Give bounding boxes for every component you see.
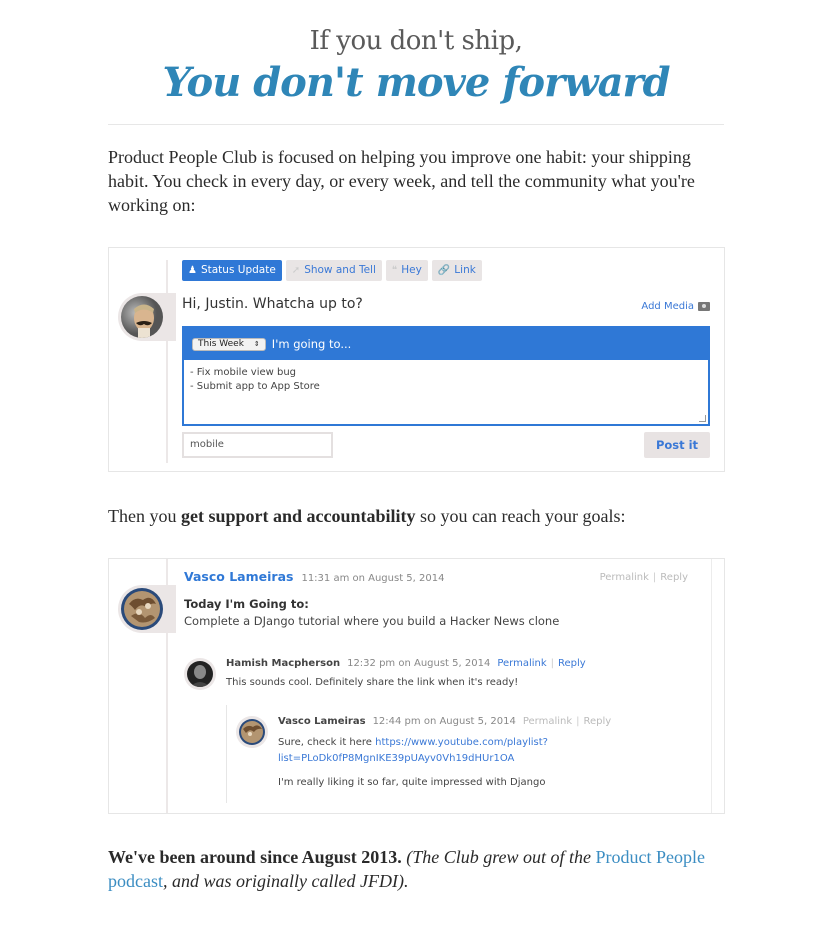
divider	[108, 124, 724, 125]
avatar-image	[121, 296, 163, 338]
greeting: Hi, Justin. Whatcha up to?	[182, 296, 363, 312]
hero-title: You don't move forward	[162, 59, 670, 106]
user-icon: ♟	[188, 265, 197, 276]
compose-box: This Week ⇕ I'm going to... - Fix mobile…	[182, 326, 710, 426]
camera-icon	[698, 302, 710, 311]
reply-actions: Permalink | Reply	[523, 716, 611, 727]
tab-status-update[interactable]: ♟ Status Update	[182, 260, 282, 281]
permalink-link[interactable]: Permalink	[600, 572, 649, 583]
reply-author[interactable]: Vasco Lameiras	[278, 716, 366, 727]
tag-input[interactable]: mobile	[182, 432, 333, 458]
user-avatar	[118, 293, 176, 341]
avatar-image	[239, 719, 265, 745]
compose-header: This Week ⇕ I'm going to...	[184, 328, 708, 360]
youtube-link[interactable]: https://www.youtube.com/playlist?	[375, 737, 548, 748]
period-select-value: This Week	[198, 338, 244, 349]
reply-header: Vasco Lameiras 12:44 pm on August 5, 201…	[278, 716, 611, 727]
add-media-button[interactable]: Add Media	[641, 301, 710, 312]
tab-link[interactable]: 🔗 Link	[431, 260, 482, 281]
reply-time: 12:44 pm on August 5, 2014	[372, 716, 516, 727]
avatar-image	[121, 588, 163, 630]
add-media-label: Add Media	[641, 301, 694, 312]
tab-show-and-tell[interactable]: ➚ Show and Tell	[285, 260, 382, 281]
reply-avatar	[184, 658, 216, 690]
tab-label: Status Update	[200, 264, 276, 276]
resize-handle[interactable]	[699, 415, 706, 422]
permalink-link[interactable]: Permalink	[523, 716, 572, 727]
reply-link[interactable]: Reply	[558, 658, 586, 669]
history-italic-end: , and was originally called JFDI).	[162, 871, 409, 891]
pin-icon: ➚	[291, 265, 301, 276]
compose-card: ♟ Status Update ➚ Show and Tell ❝ Hey 🔗 …	[108, 247, 725, 472]
history-paragraph: We've been around since August 2013. (Th…	[108, 845, 724, 893]
reply-link[interactable]: Reply	[660, 572, 688, 583]
permalink-link[interactable]: Permalink	[497, 658, 546, 669]
link-icon: 🔗	[437, 265, 451, 276]
comment-author[interactable]: Vasco Lameiras	[184, 569, 293, 584]
youtube-link-cont[interactable]: list=PLoDk0fP8MgnIKE39pUAyv0Vh19dHUr1OA	[278, 753, 514, 764]
author-avatar	[118, 585, 176, 633]
reply-author[interactable]: Hamish Macpherson	[226, 658, 340, 669]
reply-time: 12:32 pm on August 5, 2014	[347, 658, 491, 669]
hero-subtitle: If you don't ship,	[309, 26, 523, 56]
hero: If you don't ship, You don't move forwar…	[108, 24, 724, 107]
compose-prompt: I'm going to...	[271, 337, 352, 351]
post-type-tabs: ♟ Status Update ➚ Show and Tell ❝ Hey 🔗 …	[182, 260, 482, 281]
separator: |	[550, 658, 555, 669]
reply-body: This sounds cool. Definitely share the l…	[226, 677, 519, 688]
period-select[interactable]: This Week ⇕	[192, 337, 266, 351]
reply-body: Sure, check it here https://www.youtube.…	[278, 735, 548, 767]
thread-line	[166, 260, 168, 463]
tab-label: Hey	[401, 264, 422, 276]
reply-header: Hamish Macpherson 12:32 pm on August 5, …	[226, 658, 586, 669]
separator: |	[576, 716, 580, 727]
history-bold: We've been around since August 2013.	[108, 847, 402, 867]
thread-line-right	[711, 559, 712, 813]
status-textarea[interactable]: - Fix mobile view bug - Submit app to Ap…	[184, 360, 708, 424]
reply-body-2: I'm really liking it so far, quite impre…	[278, 777, 546, 788]
support-prefix: Then you	[108, 506, 181, 526]
comment-body: Complete a DJango tutorial where you bui…	[184, 614, 560, 628]
reply-actions: Permalink | Reply	[497, 658, 585, 669]
tab-hey[interactable]: ❝ Hey	[385, 260, 428, 281]
comments-card: Vasco Lameiras 11:31 am on August 5, 201…	[108, 558, 725, 814]
comment-title: Today I'm Going to:	[184, 597, 309, 611]
history-italic: (The Club grew out of the	[401, 847, 596, 867]
comment-header: Vasco Lameiras 11:31 am on August 5, 201…	[184, 569, 444, 584]
reply-text: Sure, check it here	[278, 737, 376, 748]
tab-label: Link	[454, 264, 476, 276]
select-arrows-icon: ⇕	[253, 339, 260, 348]
comment-actions: Permalink | Reply	[600, 572, 688, 583]
support-paragraph: Then you get support and accountability …	[108, 504, 724, 528]
comment-time: 11:31 am on August 5, 2014	[301, 573, 445, 584]
avatar-image	[187, 661, 213, 687]
nest-line	[226, 705, 227, 803]
intro-paragraph: Product People Club is focused on helpin…	[108, 147, 695, 215]
reply-avatar	[236, 716, 268, 748]
quote-icon: ❝	[391, 265, 398, 276]
reply-link[interactable]: Reply	[584, 716, 612, 727]
separator: |	[652, 572, 657, 583]
support-suffix: so you can reach your goals:	[415, 506, 626, 526]
post-button[interactable]: Post it	[644, 432, 710, 458]
tab-label: Show and Tell	[304, 264, 376, 276]
support-bold: get support and accountability	[180, 506, 416, 526]
